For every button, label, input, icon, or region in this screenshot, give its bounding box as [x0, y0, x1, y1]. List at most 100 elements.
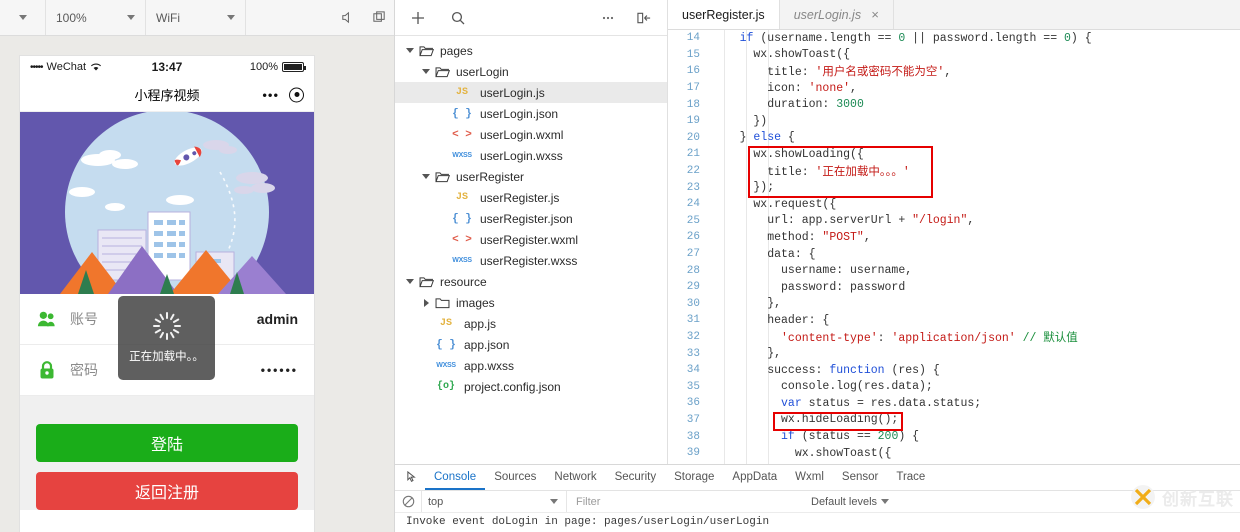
tree-item-label: resource — [435, 275, 487, 289]
devtools-tab[interactable]: Console — [425, 465, 485, 490]
code-line: 24 wx.request({ — [668, 196, 1240, 213]
tree-folder[interactable]: userRegister — [395, 166, 667, 187]
tree-file[interactable]: JSapp.js — [395, 313, 667, 334]
tree-item-label: userLogin.json — [475, 107, 558, 121]
rotate-device-icon[interactable] — [370, 9, 388, 27]
page-title: 小程序视频 — [134, 85, 199, 104]
tree-folder[interactable]: userLogin — [395, 61, 667, 82]
tree-twisty[interactable] — [419, 299, 433, 307]
code-line: 23 }); — [668, 179, 1240, 196]
network-select[interactable]: WiFi — [146, 0, 246, 35]
zoom-select[interactable]: 100% — [46, 0, 146, 35]
lock-icon — [36, 359, 58, 381]
code-line-text: method: "POST", — [712, 231, 871, 244]
chevron-down-icon — [406, 48, 414, 53]
code-line: 36 var status = res.data.status; — [668, 395, 1240, 412]
editor-tabstrip: userRegister.js userLogin.js × — [668, 0, 1240, 30]
tree-file[interactable]: { }userRegister.json — [395, 208, 667, 229]
console-filter-input[interactable]: Filter — [566, 491, 801, 512]
code-line: 21 wx.showLoading({ — [668, 146, 1240, 163]
devtools-tab[interactable]: Security — [606, 465, 666, 490]
wxss-file-icon: WXSS — [433, 362, 459, 369]
volume-icon[interactable] — [338, 9, 356, 27]
tree-folder[interactable]: pages — [395, 40, 667, 61]
editor-tab[interactable]: userRegister.js — [668, 0, 780, 29]
code-line: 37 wx.hideLoading(); — [668, 412, 1240, 429]
tree-file[interactable]: WXSSuserRegister.wxss — [395, 250, 667, 271]
file-tree-list: pages userLogin JSuserLogin.js{ }userLogin… — [395, 36, 667, 532]
file-tree-panel: pages userLogin JSuserLogin.js{ }userLogin… — [395, 0, 668, 532]
tree-file[interactable]: { }app.json — [395, 334, 667, 355]
tree-item-label: userRegister.js — [475, 191, 559, 205]
code-line-text: wx.showToast({ — [712, 447, 891, 460]
code-line: 35 console.log(res.data); — [668, 378, 1240, 395]
tree-item-label: userLogin — [451, 65, 509, 79]
code-line: 30 }, — [668, 296, 1240, 313]
devtools-tab[interactable]: Wxml — [786, 465, 833, 490]
tree-file[interactable]: < >userLogin.wxml — [395, 124, 667, 145]
tree-folder[interactable]: resource — [395, 271, 667, 292]
console-context-value: top — [428, 496, 443, 508]
line-number: 14 — [668, 32, 712, 44]
code-line-text: title: '用户名或密码不能为空', — [712, 63, 951, 79]
tree-twisty[interactable] — [403, 279, 417, 284]
search-icon[interactable] — [449, 9, 467, 27]
console-filter-placeholder: Filter — [576, 496, 600, 508]
line-number: 27 — [668, 248, 712, 260]
code-line-text: success: function (res) { — [712, 364, 940, 377]
tree-file[interactable]: WXSSuserLogin.wxss — [395, 145, 667, 166]
watermark-text: 创新互联 — [1162, 485, 1234, 510]
chevron-right-icon — [424, 299, 429, 307]
tree-item-label: userLogin.js — [475, 86, 545, 100]
devtools-tab[interactable]: Network — [545, 465, 605, 490]
tree-twisty[interactable] — [419, 69, 433, 74]
tree-twisty[interactable] — [419, 174, 433, 179]
more-dots-icon[interactable]: ••• — [262, 88, 279, 101]
form-spacer — [20, 396, 314, 424]
wechat-devtools-window: 100% WiFi ••••• WeChat — [0, 0, 1240, 532]
cfg-file-icon: {o} — [433, 381, 459, 392]
ellipsis-icon[interactable] — [599, 9, 617, 27]
devtools-tab[interactable]: Sensor — [833, 465, 887, 490]
target-circle-icon[interactable] — [289, 87, 304, 102]
tree-file[interactable]: {o}project.config.json — [395, 376, 667, 397]
tree-file[interactable]: JSuserRegister.js — [395, 187, 667, 208]
tree-file[interactable]: WXSSapp.wxss — [395, 355, 667, 376]
editor-tab-label: userLogin.js — [794, 8, 861, 22]
wifi-icon — [90, 61, 102, 73]
line-number: 19 — [668, 115, 712, 127]
inspect-cursor-icon[interactable] — [399, 465, 425, 490]
code-line-text: }, — [712, 347, 781, 360]
console-context-select[interactable]: top — [421, 491, 566, 512]
tree-twisty[interactable] — [403, 48, 417, 53]
collapse-panel-icon[interactable] — [635, 9, 653, 27]
code-line-text: 'content-type': 'application/json' // 默认… — [712, 329, 1078, 345]
code-line-text: }); — [712, 181, 774, 194]
plus-icon[interactable] — [409, 9, 427, 27]
action-buttons: 登陆 返回注册 — [20, 424, 314, 510]
chevron-down-icon — [19, 15, 27, 20]
code-viewport[interactable]: 14 if (username.length == 0 || password.… — [668, 30, 1240, 512]
chevron-down-icon — [550, 499, 558, 504]
tree-folder[interactable]: images — [395, 292, 667, 313]
register-button[interactable]: 返回注册 — [36, 472, 298, 510]
tree-file[interactable]: < >userRegister.wxml — [395, 229, 667, 250]
login-button[interactable]: 登陆 — [36, 424, 298, 462]
line-number: 28 — [668, 265, 712, 277]
editor-tab[interactable]: userLogin.js × — [780, 0, 894, 29]
code-line: 20 } else { — [668, 130, 1240, 147]
clear-console-icon[interactable] — [395, 495, 421, 508]
devtools-tab[interactable]: Sources — [485, 465, 545, 490]
console-levels-select[interactable]: Default levels — [801, 496, 889, 508]
code-line: 18 duration: 3000 — [668, 96, 1240, 113]
device-select[interactable] — [0, 0, 46, 35]
devtools-tab[interactable]: AppData — [723, 465, 786, 490]
carrier-label: WeChat — [47, 61, 87, 73]
code-line-text: url: app.serverUrl + "/login", — [712, 214, 974, 227]
status-time: 13:47 — [121, 60, 212, 74]
devtools-tab[interactable]: Trace — [887, 465, 934, 490]
tree-file[interactable]: JSuserLogin.js — [395, 82, 667, 103]
tree-file[interactable]: { }userLogin.json — [395, 103, 667, 124]
close-icon[interactable]: × — [871, 8, 879, 21]
devtools-tab[interactable]: Storage — [665, 465, 723, 490]
